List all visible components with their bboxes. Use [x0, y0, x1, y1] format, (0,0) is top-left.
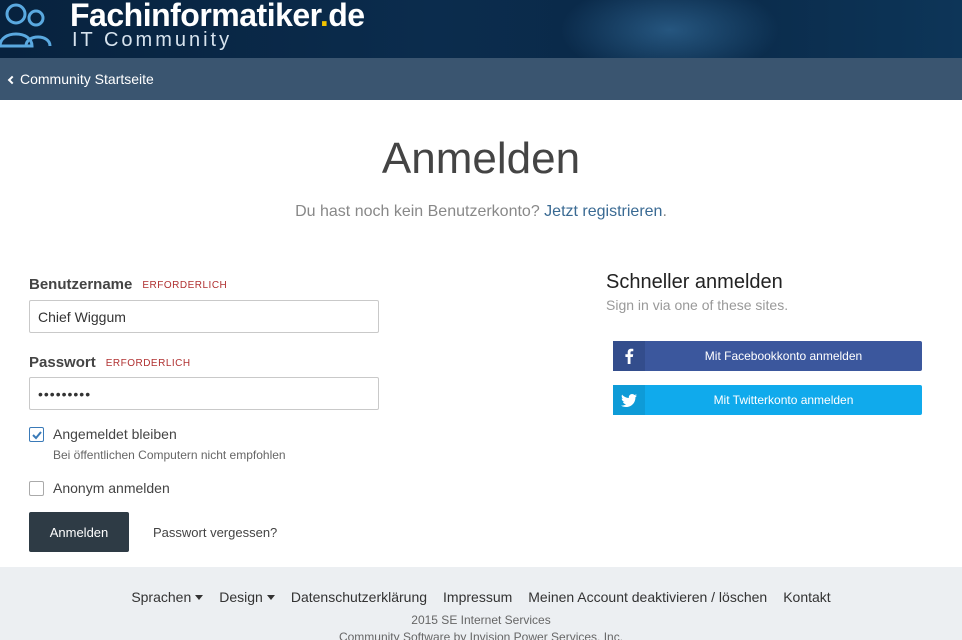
footer-imprint-link[interactable]: Impressum [443, 589, 512, 605]
site-footer: Sprachen Design Datenschutzerklärung Imp… [0, 567, 962, 640]
password-required-badge: ERFORDERLICH [105, 358, 191, 369]
checkmark-icon [32, 431, 42, 440]
chevron-left-icon [7, 75, 17, 84]
password-label-text: Passwort [29, 354, 96, 371]
page-title: Anmelden [381, 134, 581, 183]
remember-me-checkbox[interactable] [29, 427, 44, 442]
register-prompt-suffix: . [662, 203, 667, 220]
footer-design-label: Design [219, 589, 263, 605]
footer-privacy-link[interactable]: Datenschutzerklärung [291, 589, 427, 605]
footer-contact-link[interactable]: Kontakt [783, 589, 830, 605]
facebook-icon [613, 341, 645, 371]
footer-language-menu[interactable]: Sprachen [131, 589, 204, 605]
username-label: Benutzername ERFORDERLICH [29, 276, 227, 293]
twitter-login-label: Mit Twitterkonto anmelden [713, 393, 854, 407]
community-home-link[interactable]: Community Startseite [7, 71, 154, 87]
footer-powered-by[interactable]: Community Software by Invision Power Ser… [0, 630, 962, 640]
caret-down-icon [195, 594, 204, 600]
footer-design-menu[interactable]: Design [219, 589, 275, 605]
password-input[interactable] [29, 377, 379, 410]
username-required-badge: ERFORDERLICH [142, 280, 228, 291]
site-header: Fachinformatiker.de IT Community [0, 0, 962, 58]
register-prompt-text: Du hast noch kein Benutzerkonto? [295, 203, 540, 220]
anonymous-login-checkbox[interactable] [29, 481, 44, 496]
twitter-login-button[interactable]: Mit Twitterkonto anmelden [613, 385, 922, 415]
caret-down-icon [266, 594, 275, 600]
password-label: Passwort ERFORDERLICH [29, 354, 191, 371]
anonymous-login-label[interactable]: Anonym anmelden [53, 480, 170, 496]
community-home-label: Community Startseite [20, 71, 154, 87]
username-input[interactable] [29, 300, 379, 333]
facebook-login-button[interactable]: Mit Facebookkonto anmelden [613, 341, 922, 371]
footer-copyright: 2015 SE Internet Services [411, 613, 551, 627]
forgot-password-link[interactable]: Passwort vergessen? [153, 525, 277, 540]
nav-bar: Community Startseite [0, 58, 962, 100]
brand-tld: de [328, 0, 365, 33]
login-button[interactable]: Anmelden [29, 512, 129, 552]
community-logo-icon[interactable] [0, 0, 56, 50]
footer-links: Sprachen Design Datenschutzerklärung Imp… [0, 589, 962, 605]
fast-login-title: Schneller anmelden [606, 271, 783, 293]
register-prompt: Du hast noch kein Benutzerkonto? Jetzt r… [0, 203, 962, 221]
brand-tagline: IT Community [72, 29, 233, 51]
username-label-text: Benutzername [29, 276, 133, 293]
footer-deactivate-account-link[interactable]: Meinen Account deaktivieren / löschen [528, 589, 767, 605]
twitter-icon [613, 385, 645, 415]
remember-me-label[interactable]: Angemeldet bleiben [53, 426, 177, 442]
facebook-login-label: Mit Facebookkonto anmelden [704, 349, 863, 363]
header-glow [560, 0, 780, 58]
remember-me-help: Bei öffentlichen Computern nicht empfohl… [53, 448, 286, 462]
fast-login-subtitle: Sign in via one of these sites. [606, 297, 789, 313]
brand-dot: . [319, 0, 329, 33]
register-link[interactable]: Jetzt registrieren [544, 203, 662, 220]
footer-language-label: Sprachen [131, 589, 192, 605]
